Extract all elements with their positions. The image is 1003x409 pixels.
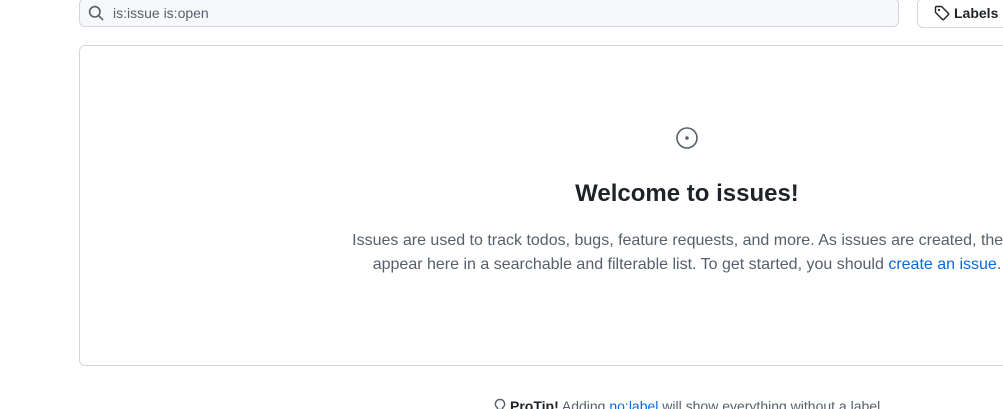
tag-icon [934, 5, 950, 21]
search-input[interactable] [113, 4, 873, 21]
search-icon [88, 5, 104, 21]
no-label-link[interactable]: no:label [609, 398, 658, 409]
issues-page: Labels Welcome to issues! Issues are use… [0, 0, 1003, 409]
protip-text-before: Adding [558, 398, 610, 409]
labels-button[interactable]: Labels [917, 0, 1003, 28]
protip: ProTip! Adding no:label will show everyt… [492, 398, 884, 409]
labels-button-label: Labels [954, 5, 999, 21]
create-issue-link[interactable]: create an issue [888, 256, 997, 273]
protip-strong: ProTip! [510, 398, 559, 409]
blankslate-description: Issues are used to track todos, bugs, fe… [337, 229, 1003, 277]
blankslate-title: Welcome to issues! [575, 180, 799, 207]
light-bulb-icon [492, 398, 508, 409]
issue-opened-icon [675, 126, 699, 150]
issues-search-bar[interactable] [79, 0, 899, 27]
blankslate-description-end: . [996, 256, 1002, 273]
protip-text-after: will show everything without a label. [658, 398, 885, 409]
